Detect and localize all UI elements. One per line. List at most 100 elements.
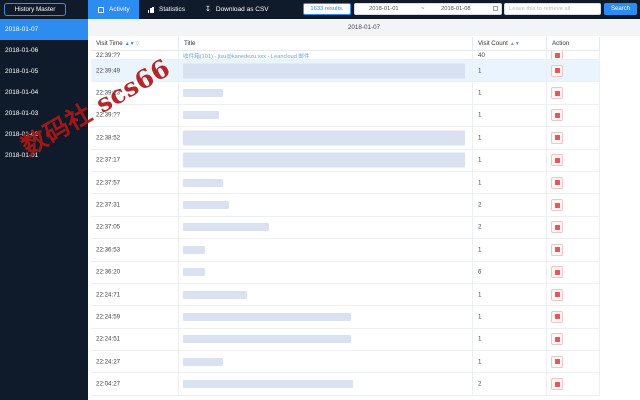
- visit-time: 22:37:05: [96, 223, 121, 231]
- search-input[interactable]: [504, 3, 601, 15]
- download-icon: ↧: [205, 6, 211, 13]
- delete-button[interactable]: [551, 243, 563, 256]
- delete-button[interactable]: [551, 64, 563, 77]
- page-title-link[interactable]: 收件箱(101) - jisu@kanedezu.xxx - Leancloud…: [183, 52, 310, 59]
- tab-label: Download as CSV: [215, 6, 269, 13]
- page-title-link[interactable]: [183, 152, 465, 168]
- table-row: 22:39:?? 1: [91, 104, 600, 128]
- visit-count: 1: [478, 67, 482, 75]
- top-nav: Activity Statistics ↧ Download as CSV 16…: [88, 0, 640, 19]
- trash-icon: [554, 68, 560, 74]
- table-row: 22:37:17 1: [91, 149, 600, 172]
- page-title-link[interactable]: [183, 63, 465, 79]
- page-title-link[interactable]: [183, 357, 223, 366]
- sort-icon[interactable]: ▲▼: [510, 41, 520, 47]
- delete-button[interactable]: [551, 288, 563, 301]
- tab-download-csv[interactable]: ↧ Download as CSV: [205, 0, 295, 19]
- trash-icon: [554, 336, 560, 342]
- delete-button[interactable]: [551, 266, 563, 279]
- visit-count: 1: [478, 134, 482, 142]
- delete-button[interactable]: [551, 51, 563, 59]
- column-header-title: Title: [179, 37, 473, 51]
- sidebar-item-date[interactable]: 2018-01-07: [0, 19, 88, 40]
- delete-button[interactable]: [551, 355, 563, 368]
- page-title-link[interactable]: [183, 111, 219, 120]
- page-title-link[interactable]: [183, 268, 205, 277]
- visit-count: 1: [478, 89, 482, 97]
- table-row: 22:38:52 1: [91, 127, 600, 150]
- delete-button[interactable]: [551, 87, 563, 100]
- delete-button[interactable]: [551, 199, 563, 212]
- trash-icon: [554, 381, 560, 387]
- calendar-icon: [493, 6, 498, 11]
- column-label: Visit Count: [478, 40, 508, 47]
- page-title-link[interactable]: [183, 312, 351, 321]
- trash-icon: [554, 157, 560, 163]
- date-separator: ~: [421, 6, 425, 12]
- table-row: 22:36:53 1: [91, 239, 600, 262]
- trash-icon: [554, 180, 560, 186]
- table-row: 22:37:31 2: [91, 194, 600, 217]
- column-header-action: Action: [547, 37, 600, 51]
- delete-button[interactable]: [551, 176, 563, 189]
- sidebar: History Master 2018-01-07 2018-01-06 201…: [0, 0, 88, 400]
- tab-activity[interactable]: Activity: [88, 0, 139, 19]
- tab-statistics[interactable]: Statistics: [148, 0, 200, 19]
- visit-count: 6: [478, 268, 482, 276]
- search-button[interactable]: Search: [604, 3, 637, 15]
- page-title-link[interactable]: [183, 201, 229, 210]
- column-header-visit-time[interactable]: Visit Time ▲▼▽: [91, 37, 179, 51]
- date-range-picker[interactable]: 2018-01-01 ~ 2018-01-08: [354, 3, 502, 15]
- visit-count: 1: [478, 156, 482, 164]
- sort-icon[interactable]: ▲▼: [125, 41, 135, 47]
- visit-count: 1: [478, 313, 482, 321]
- table-row: 22:24:59 1: [91, 306, 600, 329]
- brand-button[interactable]: History Master: [4, 3, 66, 16]
- page-title-link[interactable]: [183, 290, 247, 299]
- results-count-badge: 1633 results.: [303, 3, 351, 15]
- page-title-link[interactable]: [183, 380, 353, 389]
- delete-button[interactable]: [551, 333, 563, 346]
- table-row: 22:24:27 1: [91, 351, 600, 374]
- filter-icon[interactable]: ▽: [136, 41, 140, 47]
- visit-count: 40: [478, 52, 485, 59]
- visit-count: 1: [478, 246, 482, 254]
- delete-button[interactable]: [551, 109, 563, 122]
- trash-icon: [554, 224, 560, 230]
- visit-time: 22:24:71: [96, 291, 121, 299]
- visit-count: 1: [478, 291, 482, 299]
- visit-time: 22:38:52: [96, 134, 121, 142]
- page-title-link[interactable]: [183, 245, 205, 254]
- visit-count: 2: [478, 223, 482, 231]
- date-header: 2018-01-07: [88, 19, 640, 36]
- date-end: 2018-01-08: [441, 6, 471, 12]
- trash-icon: [554, 135, 560, 141]
- delete-button[interactable]: [551, 131, 563, 144]
- column-header-visit-count[interactable]: Visit Count ▲▼: [473, 37, 547, 51]
- trash-icon: [554, 112, 560, 118]
- trash-icon: [554, 269, 560, 275]
- table-header: Visit Time ▲▼▽ Title Visit Count ▲▼ Action: [91, 37, 600, 51]
- delete-button[interactable]: [551, 154, 563, 167]
- table-body: 22:39:?? 收件箱(101) - jisu@kanedezu.xxx - …: [91, 51, 600, 396]
- delete-button[interactable]: [551, 378, 563, 391]
- visit-time: 22:24:59: [96, 313, 121, 321]
- sidebar-item-date[interactable]: 2018-01-05: [0, 61, 88, 82]
- trash-icon: [554, 247, 560, 253]
- page-title-link[interactable]: [183, 130, 465, 146]
- delete-button[interactable]: [551, 221, 563, 234]
- sidebar-item-date[interactable]: 2018-01-06: [0, 40, 88, 61]
- visit-time: 22:37:31: [96, 201, 121, 209]
- table-row: 22:36:20 6: [91, 261, 600, 284]
- visit-count: 1: [478, 111, 482, 119]
- bar-chart-icon: [148, 6, 154, 13]
- table-row: 22:39:?? 收件箱(101) - jisu@kanedezu.xxx - …: [91, 51, 600, 60]
- column-label: Visit Time: [96, 40, 123, 47]
- delete-button[interactable]: [551, 310, 563, 323]
- page-title-link[interactable]: [183, 178, 223, 187]
- visit-time: 22:39:??: [96, 52, 121, 59]
- page-title-link[interactable]: [183, 223, 269, 232]
- page-title-link[interactable]: [183, 89, 223, 98]
- page-title-link[interactable]: [183, 335, 351, 344]
- trash-icon: [554, 292, 560, 298]
